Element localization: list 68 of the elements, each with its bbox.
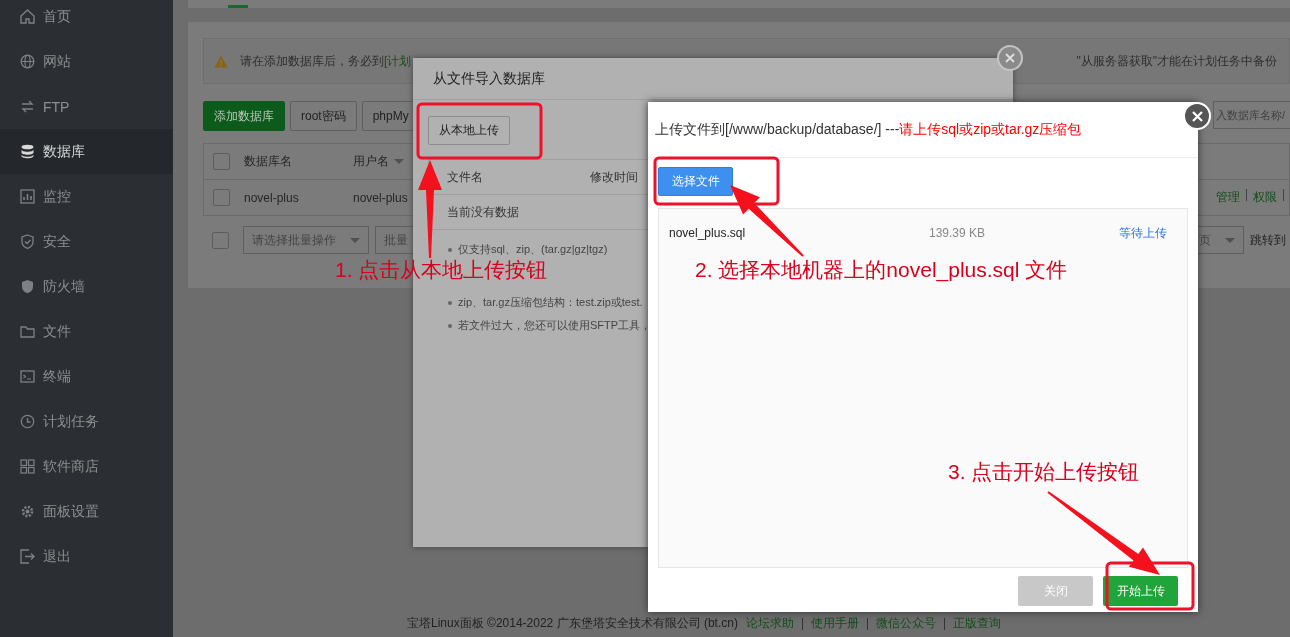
note-text: zip、tar.gz压缩包结构：test.zip或test.: [458, 295, 643, 310]
task-link[interactable]: [计划: [384, 52, 412, 70]
caret-icon: [394, 159, 404, 164]
step-label: 1. 点击从本地上传按钮: [335, 257, 548, 283]
settings-icon: [20, 504, 35, 519]
sidebar-item[interactable]: FTP: [0, 84, 173, 129]
copyright-text: 宝塔Linux面板 ©2014-2022 广东堡塔安全技术有限公司 (bt.cn): [407, 615, 738, 632]
clock-icon: [20, 414, 35, 429]
bullet-icon: [448, 247, 452, 252]
dialog-title: 上传文件到[/www/backup/database/] ---: [655, 120, 900, 139]
sidebar-item[interactable]: 首页: [0, 0, 173, 39]
chart-icon: [20, 189, 35, 204]
grid-icon: [20, 459, 35, 474]
globe-icon: [20, 54, 35, 69]
sidebar-item[interactable]: 终端: [0, 354, 173, 399]
column-header: 数据库名: [244, 153, 293, 170]
swap-icon: [20, 99, 35, 114]
action-link[interactable]: 权限: [1253, 189, 1277, 206]
upload-status: 等待上传: [1119, 224, 1167, 242]
caret-icon: [1225, 237, 1235, 243]
terminal-icon: [20, 369, 35, 384]
table-cell-text: novel-plus: [353, 190, 409, 205]
sidebar-item[interactable]: 面板设置: [0, 489, 173, 534]
sidebar-item[interactable]: 监控: [0, 174, 173, 219]
notice-text: "从服务器获取"才能在计划任务中备份: [1076, 52, 1278, 70]
home-icon: [20, 9, 35, 24]
bullet-icon: [448, 323, 452, 328]
sidebar-item[interactable]: 计划任务: [0, 399, 173, 444]
caret-icon: [350, 237, 360, 243]
sidebar-item[interactable]: 网站: [0, 39, 173, 84]
step-label: 3. 点击开始上传按钮: [948, 459, 1140, 485]
sidebar-item[interactable]: 安全: [0, 219, 173, 264]
start-upload-button[interactable]: 开始上传: [1103, 576, 1178, 606]
note-text: 仅支持sql、zip、(tar.gz|gz|tgz): [458, 242, 608, 257]
upload-hint: 请上传sql或zip或tar.gz压缩包: [899, 120, 1082, 139]
column-header[interactable]: 用户名: [353, 153, 443, 170]
warning-icon: [214, 54, 228, 68]
choose-file-button[interactable]: 选择文件: [658, 167, 733, 196]
shield-icon: [20, 234, 35, 249]
empty-message: 当前没有数据: [447, 203, 519, 221]
file-name: novel_plus.sql: [669, 226, 747, 240]
toolbar-button[interactable]: root密码: [290, 101, 357, 131]
close-icon: [1005, 53, 1015, 63]
checkbox[interactable]: [213, 153, 230, 170]
shield-icon: [20, 279, 35, 294]
add-database-button[interactable]: 添加数据库: [203, 101, 285, 131]
sidebar-item[interactable]: 退出: [0, 534, 173, 579]
checkbox[interactable]: [213, 189, 230, 206]
column-header: 修改时间: [590, 168, 638, 186]
close-icon: [1191, 110, 1203, 122]
folder-icon: [20, 324, 35, 339]
checkbox[interactable]: [212, 231, 229, 249]
notice-text: 请在添加数据库后，务必到: [240, 52, 384, 70]
column-header: 文件名: [447, 168, 484, 186]
exit-icon: [20, 549, 35, 564]
database-icon: [20, 144, 35, 159]
bullet-icon: [448, 300, 452, 305]
file-size: 139.39 KB: [929, 226, 986, 240]
upload-local-button[interactable]: 从本地上传: [428, 116, 510, 145]
jump-label: 跳转到: [1250, 231, 1287, 249]
step-label: 2. 选择本地机器上的novel_plus.sql 文件: [695, 257, 1068, 284]
sidebar-item[interactable]: 文件: [0, 309, 173, 354]
sidebar-item[interactable]: 软件商店: [0, 444, 173, 489]
sidebar-item[interactable]: 数据库: [0, 129, 173, 174]
table-cell-text: novel-plus: [244, 190, 300, 205]
sidebar-item[interactable]: 防火墙: [0, 264, 173, 309]
action-link[interactable]: 管理: [1216, 189, 1240, 206]
note-text: 若文件过大，您还可以使用SFTP工具，: [458, 318, 652, 333]
